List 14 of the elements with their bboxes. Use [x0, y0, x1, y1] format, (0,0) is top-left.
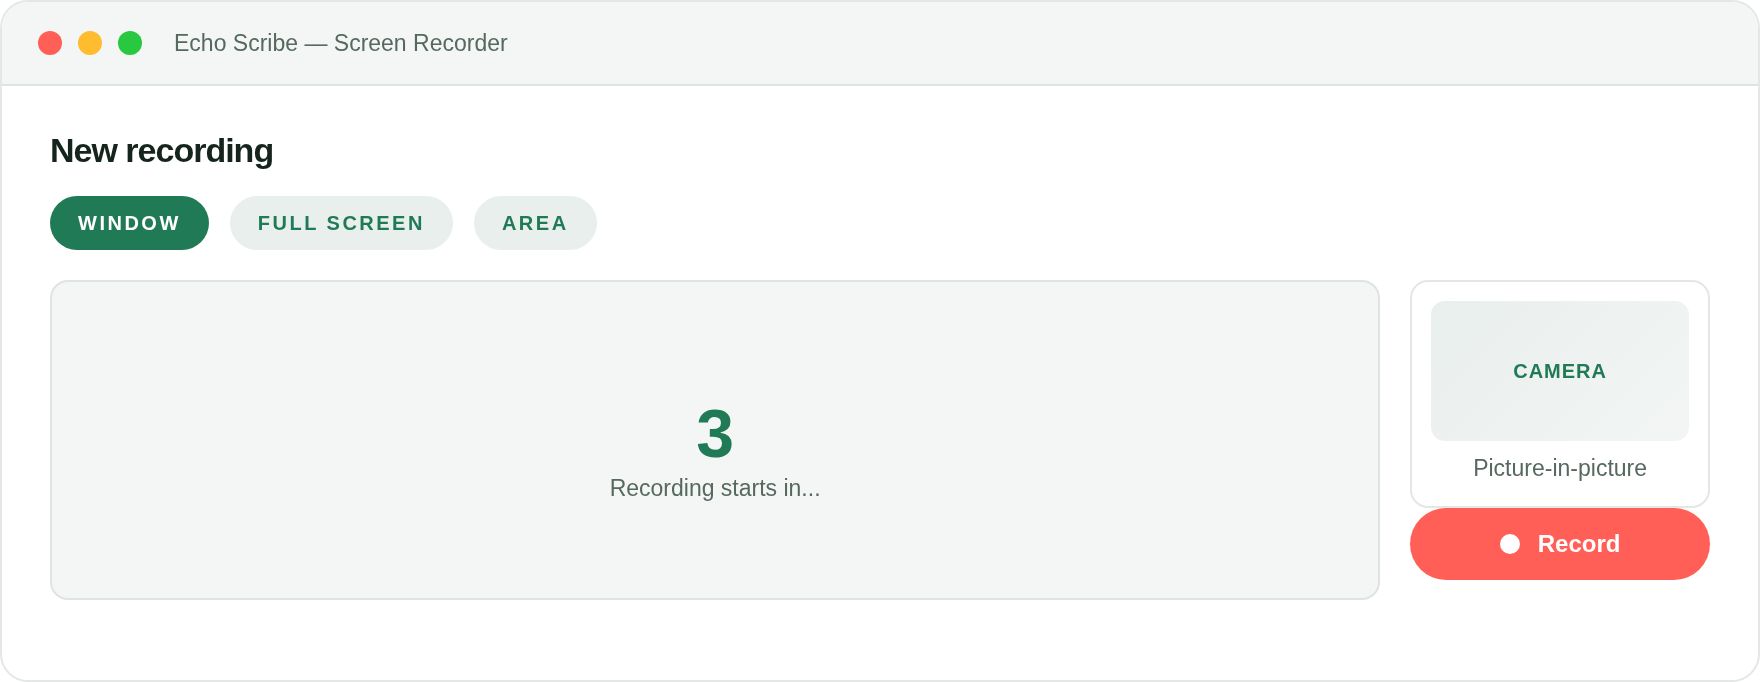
page-heading: New recording — [50, 130, 275, 170]
window-title: Echo Scribe — Screen Recorder — [174, 29, 508, 57]
zoom-button[interactable] — [118, 31, 142, 55]
record-dot-icon — [1499, 534, 1520, 554]
mode-tab[interactable]: AREA — [473, 196, 597, 250]
record-button[interactable]: Record — [1410, 508, 1710, 580]
mode-tab[interactable]: FULL SCREEN — [229, 196, 453, 250]
countdown-caption: Recording starts in... — [609, 474, 821, 502]
countdown-number: 3 — [696, 396, 734, 469]
close-button[interactable] — [38, 31, 62, 55]
mode-tab[interactable]: WINDOW — [50, 196, 209, 250]
camera-label: CAMERA — [1513, 359, 1607, 383]
minimize-button[interactable] — [78, 31, 102, 55]
camera-caption: Picture-in-picture — [1473, 455, 1647, 482]
